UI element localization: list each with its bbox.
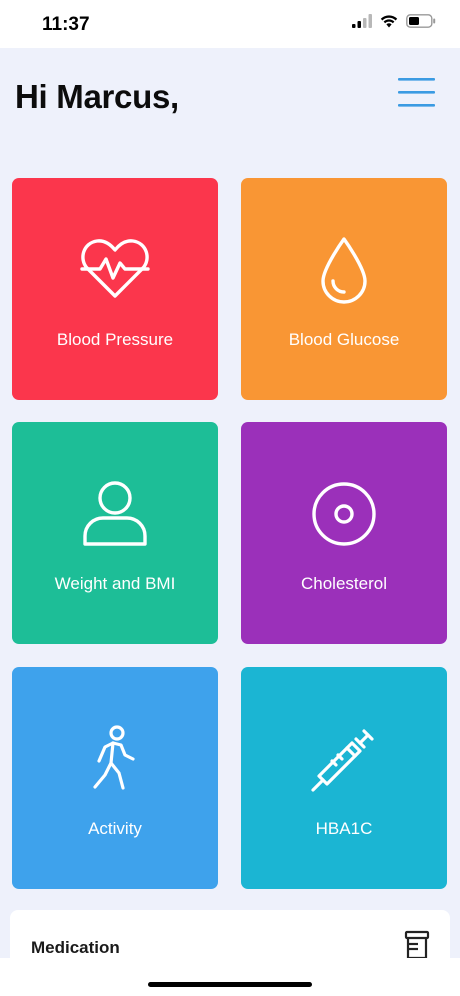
hba1c-tile[interactable]: HBA1C <box>241 667 447 889</box>
status-icons <box>352 14 436 28</box>
header: Hi Marcus, <box>0 48 460 148</box>
syringe-icon <box>241 725 447 793</box>
signal-icon <box>352 14 372 28</box>
blood-glucose-tile[interactable]: Blood Glucose <box>241 178 447 400</box>
wifi-icon <box>380 15 398 28</box>
weight-bmi-tile[interactable]: Weight and BMI <box>12 422 218 644</box>
walking-icon <box>12 725 218 791</box>
tile-label: HBA1C <box>315 819 373 838</box>
tile-label: Activity <box>88 819 142 838</box>
tile-label: Blood Glucose <box>288 330 400 349</box>
drop-icon <box>241 236 447 304</box>
cholesterol-tile[interactable]: Cholesterol <box>241 422 447 644</box>
menu-button[interactable] <box>398 76 436 108</box>
medication-title: Medication <box>31 938 120 957</box>
heart-pulse-icon <box>12 236 218 302</box>
page-title: Hi Marcus, <box>15 78 179 115</box>
status-bar: 11:37 <box>0 0 460 48</box>
home-indicator[interactable] <box>148 982 312 987</box>
activity-tile[interactable]: Activity <box>12 667 218 889</box>
status-time: 11:37 <box>42 14 90 35</box>
blood-pressure-tile[interactable]: Blood Pressure <box>12 178 218 400</box>
hamburger-menu-icon <box>398 78 435 107</box>
person-icon <box>12 480 218 548</box>
tile-label: Blood Pressure <box>56 330 174 349</box>
tile-label: Cholesterol <box>301 574 387 593</box>
cholesterol-circle-icon <box>241 480 447 548</box>
tile-label: Weight and BMI <box>54 574 176 593</box>
battery-icon <box>406 14 436 28</box>
bottom-bar <box>0 958 460 996</box>
